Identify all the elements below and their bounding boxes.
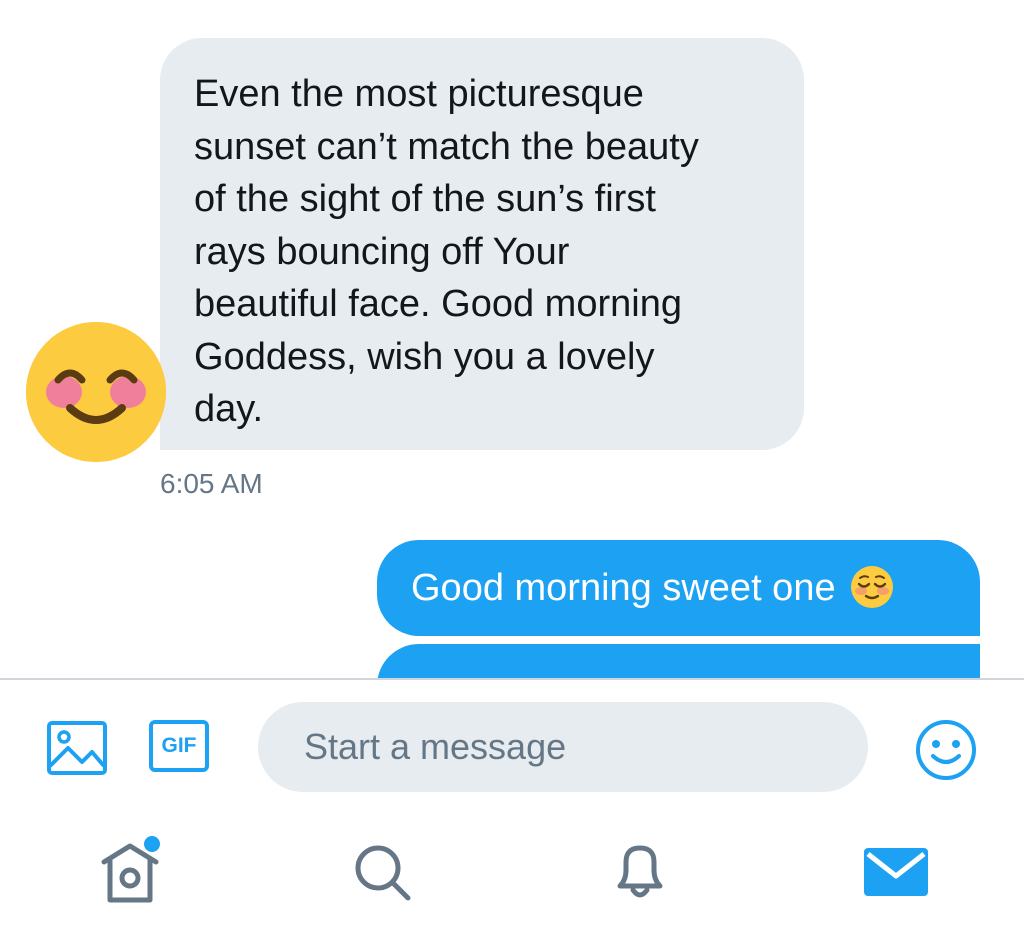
tab-search[interactable] [350,840,414,904]
sender-avatar-emoji-icon[interactable] [24,320,168,464]
message-line: Even the most picturesque [194,73,644,115]
dm-conversation-screen: Even the most picturesque sunset can’t m… [0,0,1024,948]
message-line: Goddess, wish you a lovely [194,335,655,378]
message-line: day. [194,388,264,430]
incoming-message-bubble[interactable]: Even the most picturesque sunset can’t m… [160,38,804,450]
outgoing-message-text: Good morning sweet one [411,567,836,609]
message-line: beautiful face. Good morning [194,283,682,325]
tab-notifications[interactable] [608,838,672,902]
message-line: sunset can’t match the beauty [194,125,699,168]
relieved-face-emoji-icon [850,565,893,608]
message-composer: GIF [0,680,1024,948]
outgoing-message-bubble-partial[interactable] [377,644,980,678]
image-icon[interactable] [46,720,108,776]
message-line: rays bouncing off Your [194,230,570,273]
message-line: of the sight of the sun’s first [194,178,656,220]
search-icon [355,845,411,901]
gif-button[interactable]: GIF [148,718,210,774]
notification-dot-icon [144,836,160,852]
gif-label: GIF [161,734,197,757]
message-timestamp: 6:05 AM [160,468,263,499]
tab-home[interactable] [92,832,172,912]
outgoing-message-bubble[interactable]: Good morning sweet one [377,540,980,636]
smiley-icon[interactable] [914,718,978,782]
tab-messages[interactable] [862,844,930,900]
home-icon [101,843,159,903]
message-input[interactable] [258,702,868,792]
bell-icon [617,845,663,898]
envelope-icon [864,848,928,896]
message-thread[interactable]: Even the most picturesque sunset can’t m… [0,0,1024,678]
